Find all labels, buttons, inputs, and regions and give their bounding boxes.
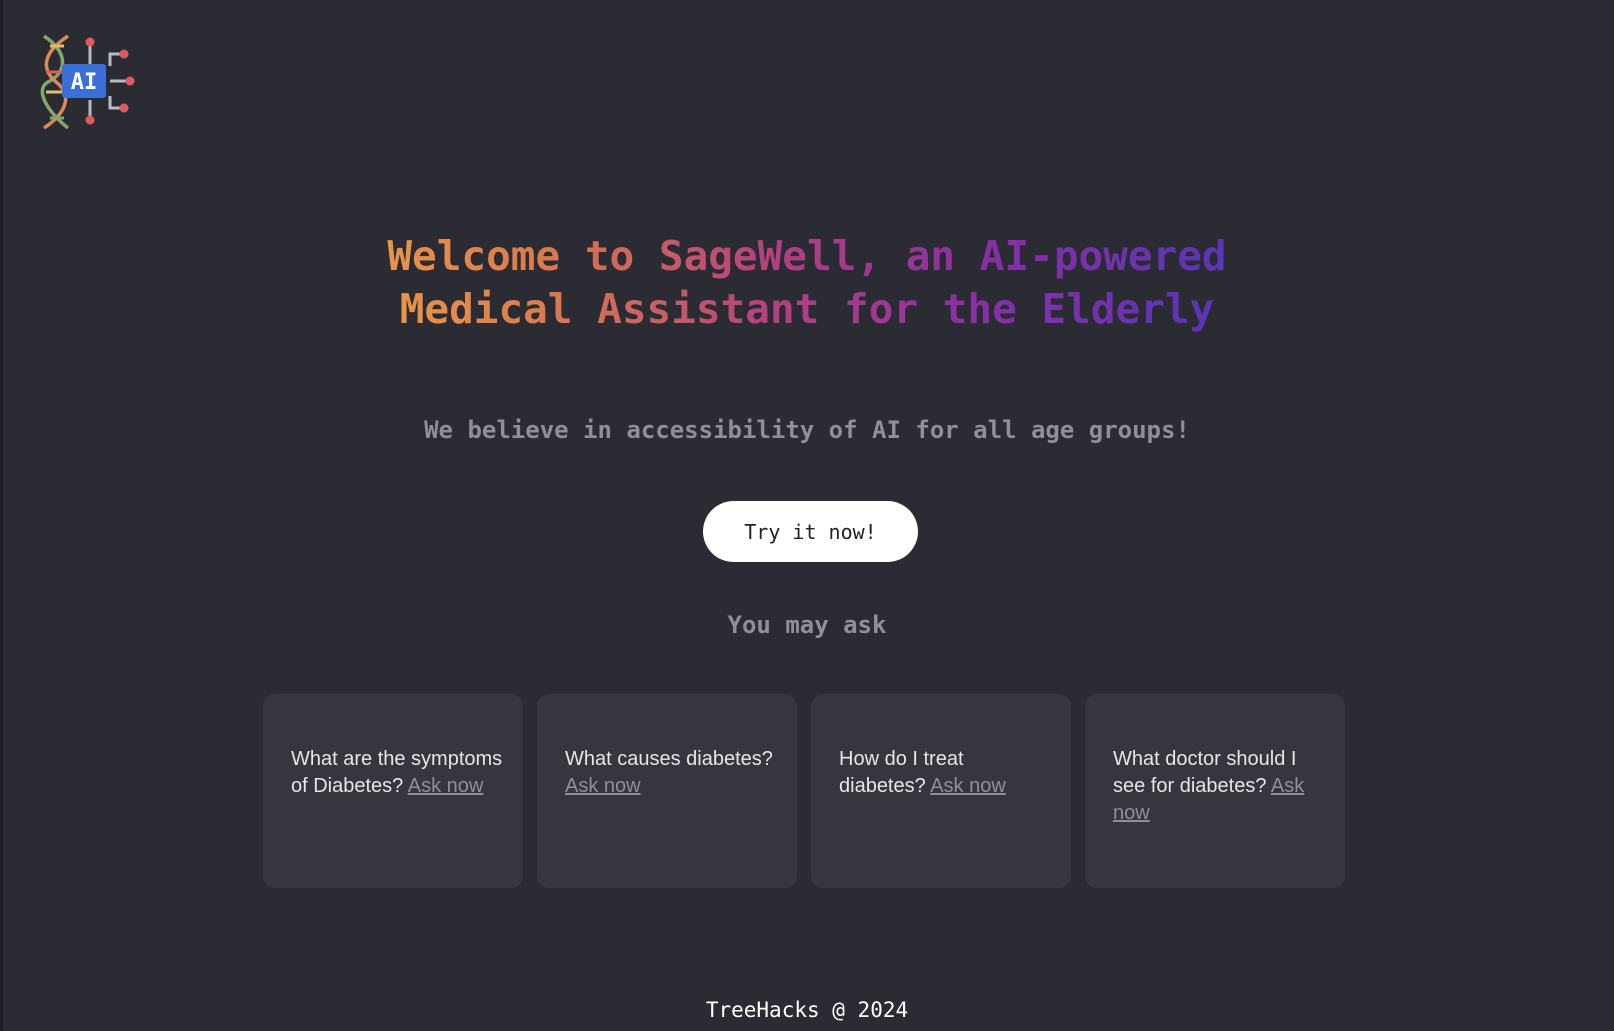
suggestion-card[interactable]: What are the symptoms of Diabetes? Ask n… [263, 694, 523, 888]
dna-ai-logo-icon: AI [40, 34, 135, 130]
window-edge [0, 0, 3, 1031]
suggestion-question: What doctor should I see for diabetes? [1113, 748, 1297, 797]
headline-line-1: Welcome to SageWell, an AI-powered [387, 230, 1226, 283]
suggestion-card[interactable]: How do I treat diabetes? Ask now [811, 694, 1071, 888]
footer-text: TreeHacks @ 2024 [705, 998, 909, 1022]
sagewell-logo[interactable]: AI [38, 32, 140, 132]
suggestions-heading: You may ask [727, 611, 887, 639]
hero-headline: Welcome to SageWell, an AI-powered Medic… [0, 230, 1614, 336]
logo-text: AI [71, 70, 98, 95]
suggestion-cards: What are the symptoms of Diabetes? Ask n… [263, 694, 1345, 888]
suggestion-question: What causes diabetes? [565, 748, 773, 770]
ask-now-link[interactable]: Ask now [408, 775, 484, 797]
suggestion-card[interactable]: What doctor should I see for diabetes? A… [1085, 694, 1345, 888]
headline-line-2: Medical Assistant for the Elderly [400, 283, 1215, 336]
try-it-now-button[interactable]: Try it now! [703, 501, 918, 562]
ask-now-link[interactable]: Ask now [930, 775, 1006, 797]
suggestion-card[interactable]: What causes diabetes? Ask now [537, 694, 797, 888]
ask-now-link[interactable]: Ask now [565, 775, 641, 797]
hero-tagline: We believe in accessibility of AI for al… [424, 416, 1190, 444]
